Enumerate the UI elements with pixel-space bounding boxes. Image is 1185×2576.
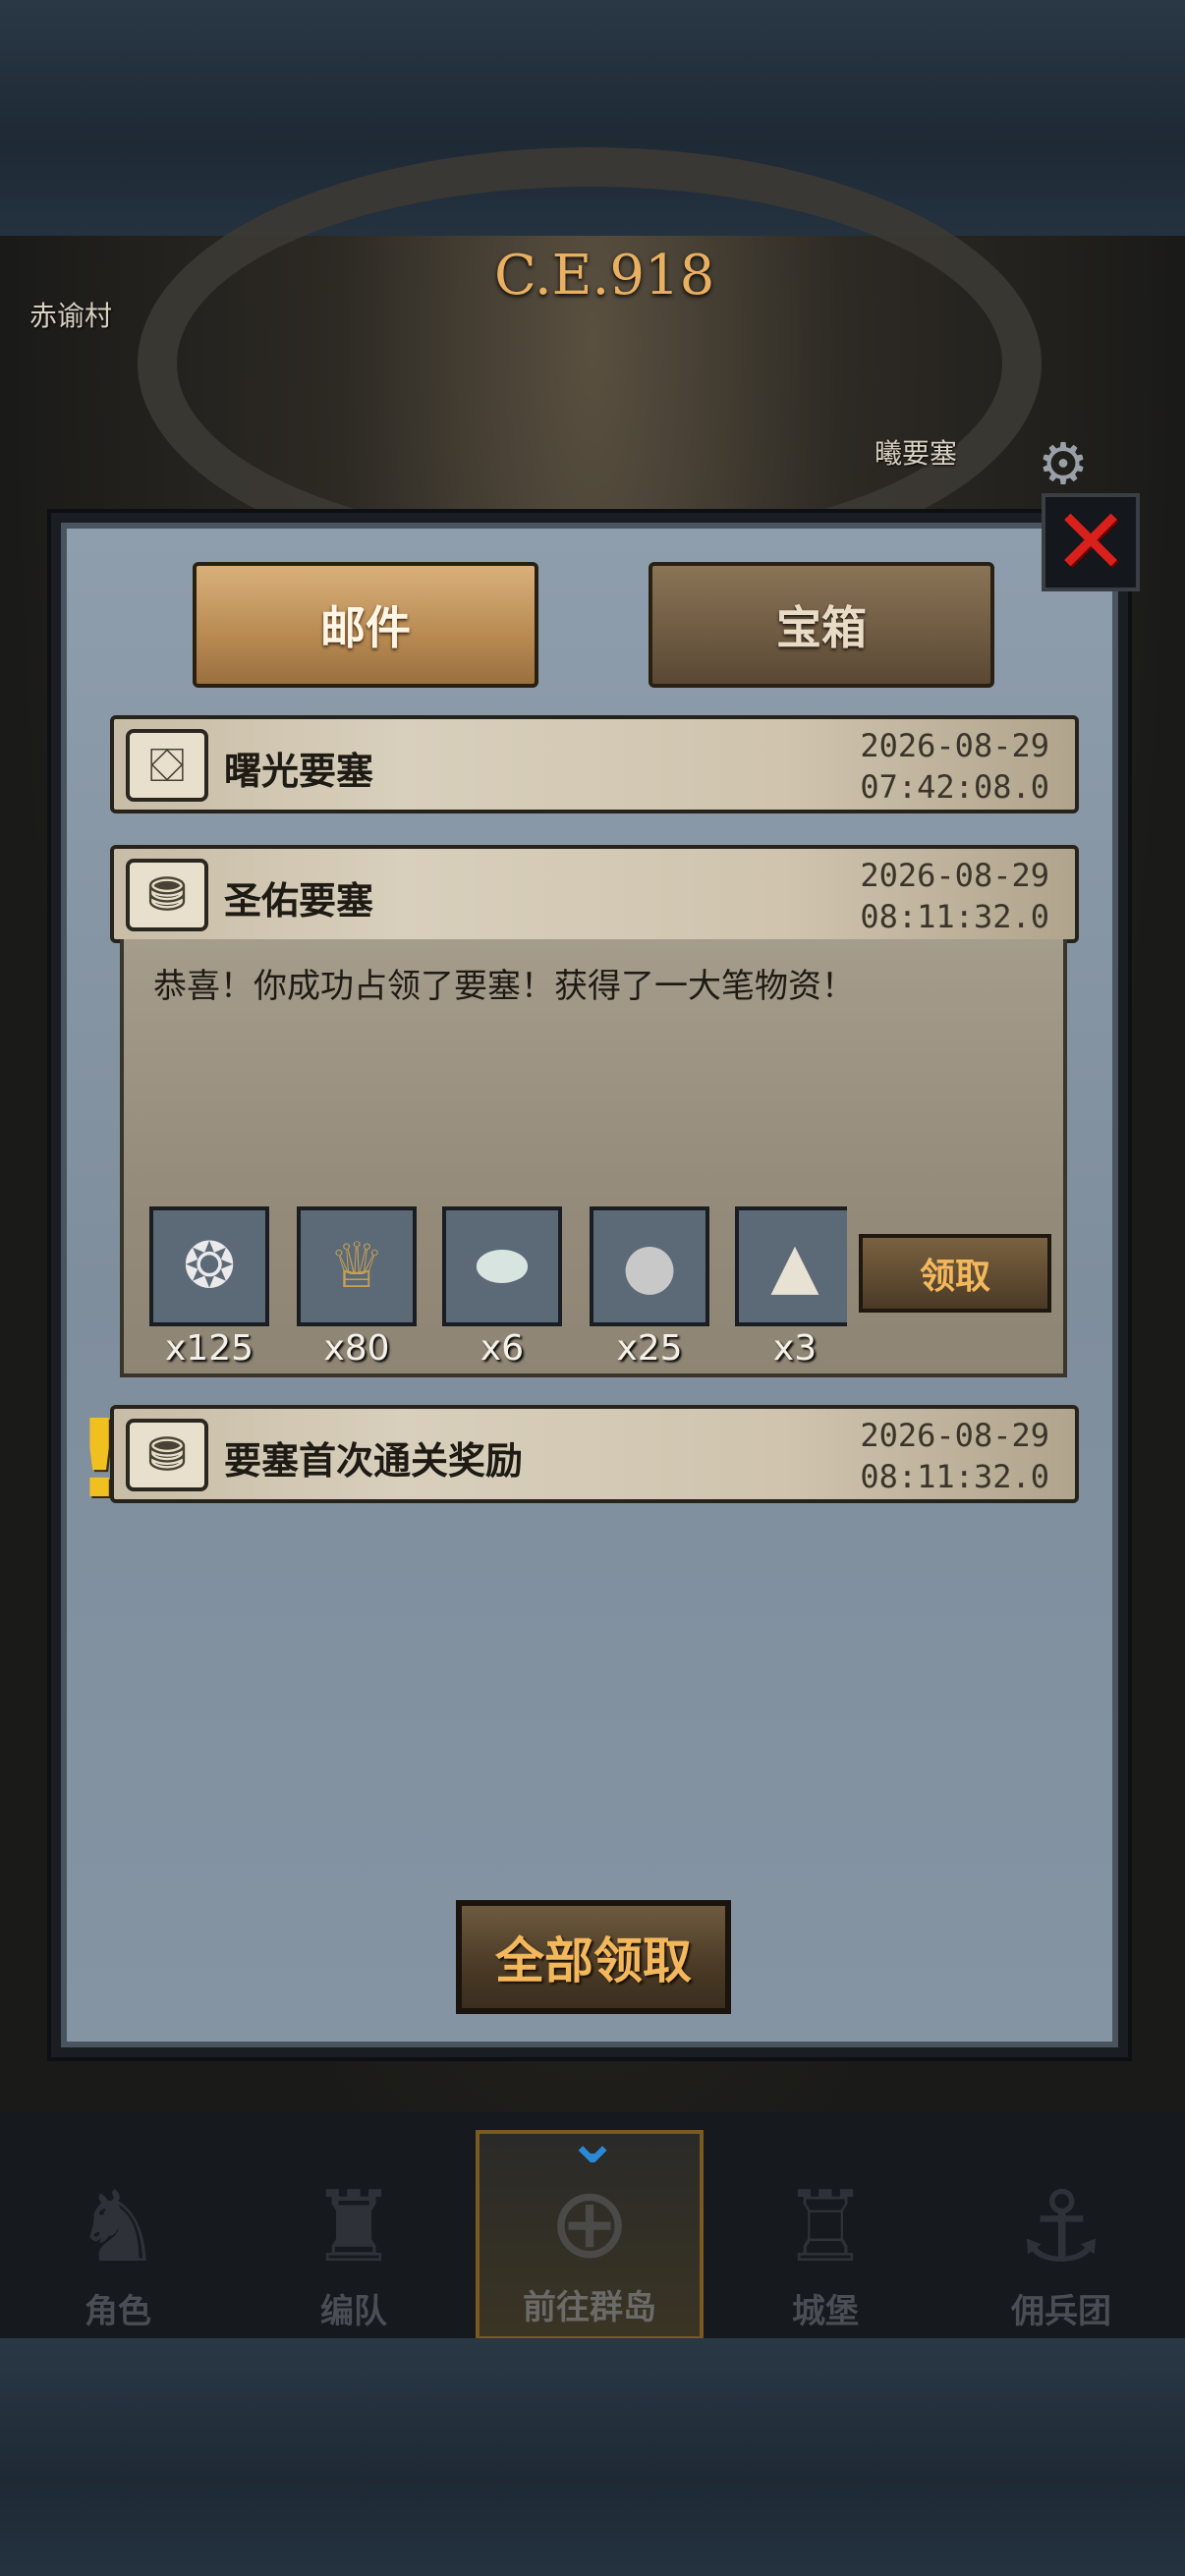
nav-label: 角色 <box>85 2292 151 2331</box>
mail-message: 恭喜！你成功占领了要塞！获得了一大笔物资！ <box>153 967 855 1006</box>
nav-item-mercenary[interactable]: ⚓ 佣兵团 <box>947 2130 1175 2340</box>
knight-icon: ♞ <box>74 2169 162 2284</box>
chest-open-icon: ⛋ <box>126 729 208 802</box>
goblet-icon: ♕ <box>297 1206 417 1326</box>
globe-icon: ⊕ <box>548 2165 631 2280</box>
reward-list[interactable]: ❂ x125 ♕ x80 ⬬ x6 ● x25 ▲ x3 <box>149 1206 847 1373</box>
ship-icon: ⚓ <box>1017 2169 1105 2284</box>
gear-icon[interactable]: ⚙ <box>1032 432 1095 495</box>
nav-label: 前往群岛 <box>523 2288 656 2327</box>
mail-time: 07:42:08.0 <box>860 768 1049 806</box>
reward-item[interactable]: ▲ x3 <box>735 1206 847 1370</box>
mail-timestamp: 2026-08-29 07:42:08.0 <box>860 725 1049 808</box>
reward-item[interactable]: ⬬ x6 <box>442 1206 562 1370</box>
era-label: C.E.918 <box>494 244 715 308</box>
reward-item[interactable]: ❂ x125 <box>149 1206 269 1370</box>
silver-ore-icon: ● <box>590 1206 709 1326</box>
reward-item[interactable]: ● x25 <box>590 1206 709 1370</box>
mail-date: 2026-08-29 <box>860 857 1049 894</box>
mail-title: 圣佑要塞 <box>224 879 374 923</box>
reward-count: x125 <box>164 1328 254 1369</box>
mail-title: 要塞首次通关奖励 <box>224 1439 524 1483</box>
reward-count: x3 <box>772 1328 818 1369</box>
reward-count: x25 <box>616 1328 683 1369</box>
mail-body: 恭喜！你成功占领了要塞！获得了一大笔物资！ ❂ x125 ♕ x80 ⬬ x6 … <box>120 939 1067 1377</box>
mail-item[interactable]: ⛃ 圣佑要塞 2026-08-29 08:11:32.0 <box>110 845 1079 943</box>
mail-timestamp: 2026-08-29 08:11:32.0 <box>860 855 1049 937</box>
reward-item[interactable]: ♕ x80 <box>297 1206 417 1370</box>
ore-sack-icon: ❂ <box>149 1206 269 1326</box>
chest-closed-icon: ⛃ <box>126 1419 208 1491</box>
claim-all-button[interactable]: 全部领取 <box>456 1900 731 2014</box>
helmet-icon: ♜ <box>310 2169 398 2284</box>
nav-item-formation[interactable]: ♜ 编队 <box>240 2130 468 2340</box>
tab-mail[interactable]: 邮件 <box>193 562 538 688</box>
reward-count: x6 <box>480 1328 525 1369</box>
close-icon: ✕ <box>1052 489 1129 594</box>
nav-item-castle[interactable]: ♖ 城堡 <box>711 2130 939 2340</box>
mail-title: 曙光要塞 <box>224 750 374 793</box>
salt-pile-icon: ▲ <box>735 1206 847 1326</box>
map-label-village: 赤谕村 <box>29 300 113 332</box>
tab-chest[interactable]: 宝箱 <box>649 562 994 688</box>
mail-date: 2026-08-29 <box>860 727 1049 764</box>
nav-label: 编队 <box>320 2292 387 2331</box>
gemstone-icon: ⬬ <box>442 1206 562 1326</box>
map-label-fortress: 曦要塞 <box>875 437 958 470</box>
chest-closed-icon: ⛃ <box>126 859 208 931</box>
nav-label: 城堡 <box>792 2292 859 2331</box>
bottom-frame <box>0 2338 1185 2576</box>
reward-count: x80 <box>323 1328 390 1369</box>
chevron-down-icon: ⌄ <box>566 2105 619 2178</box>
mail-time: 08:11:32.0 <box>860 898 1049 935</box>
nav-item-character[interactable]: ♞ 角色 <box>4 2130 232 2340</box>
mail-item[interactable]: ⛃ 要塞首次通关奖励 2026-08-29 08:11:32.0 <box>110 1405 1079 1503</box>
mail-date: 2026-08-29 <box>860 1417 1049 1454</box>
castle-icon: ♖ <box>781 2169 870 2284</box>
mail-item[interactable]: ⛋ 曙光要塞 2026-08-29 07:42:08.0 <box>110 715 1079 813</box>
mail-time: 08:11:32.0 <box>860 1458 1049 1495</box>
close-button[interactable]: ✕ <box>1042 493 1140 591</box>
nav-label: 佣兵团 <box>1011 2292 1111 2331</box>
claim-button[interactable]: 领取 <box>859 1234 1051 1313</box>
mail-timestamp: 2026-08-29 08:11:32.0 <box>860 1415 1049 1497</box>
